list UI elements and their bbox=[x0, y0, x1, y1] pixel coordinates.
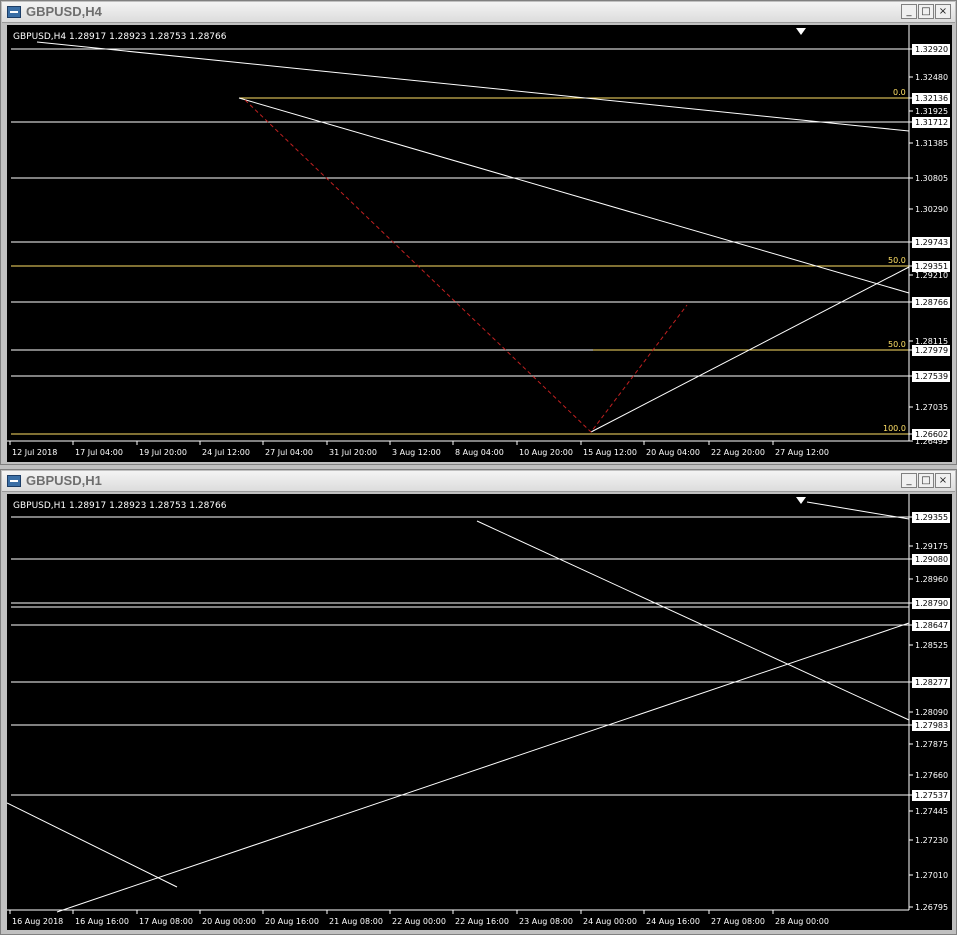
price-chart-h1[interactable]: GBPUSD,H1 1.28917 1.28923 1.28753 1.2876… bbox=[7, 494, 952, 930]
price-tick-label: 1.28766 bbox=[915, 298, 948, 307]
time-tick-label: 27 Aug 08:00 bbox=[711, 917, 765, 926]
time-tick-label: 27 Jul 04:00 bbox=[265, 448, 313, 457]
time-tick-label: 22 Aug 16:00 bbox=[455, 917, 509, 926]
price-tick-label: 1.32136 bbox=[915, 94, 948, 103]
time-tick-label: 27 Aug 12:00 bbox=[775, 448, 829, 457]
minimize-button[interactable]: _ bbox=[901, 4, 917, 19]
trend-lines[interactable] bbox=[36, 41, 910, 433]
price-tick-label: 1.29080 bbox=[915, 555, 948, 564]
fib-label-50b: 50.0 bbox=[888, 340, 906, 349]
window-title: GBPUSD,H1 bbox=[26, 473, 102, 488]
chart-window-icon bbox=[7, 475, 21, 487]
time-tick-label: 20 Aug 00:00 bbox=[202, 917, 256, 926]
price-tick-label: 1.28277 bbox=[915, 678, 948, 687]
fib-label-100: 100.0 bbox=[883, 424, 906, 433]
price-chart-h4[interactable]: GBPUSD,H4 1.28917 1.28923 1.28753 1.2876… bbox=[7, 25, 952, 462]
time-scale[interactable]: 16 Aug 2018 16 Aug 16:00 17 Aug 08:00 20 Au… bbox=[9, 910, 829, 926]
price-tick-label: 1.31385 bbox=[915, 139, 948, 148]
price-tick-label: 1.26795 bbox=[915, 903, 948, 912]
price-tick-label: 1.28525 bbox=[915, 641, 948, 650]
price-tick-label: 1.26495 bbox=[915, 437, 948, 446]
window-title: GBPUSD,H4 bbox=[26, 4, 102, 19]
chart-window-icon bbox=[7, 6, 21, 18]
fib-label-50: 50.0 bbox=[888, 256, 906, 265]
time-tick-label: 24 Aug 00:00 bbox=[583, 917, 637, 926]
price-tick-label: 1.27445 bbox=[915, 807, 948, 816]
window-titlebar[interactable]: GBPUSD,H4 _ □ × bbox=[2, 2, 955, 23]
price-tick-label: 1.28960 bbox=[915, 575, 948, 584]
price-tick-label: 1.32480 bbox=[915, 73, 948, 82]
fibonacci-levels[interactable] bbox=[11, 97, 909, 435]
close-button[interactable]: × bbox=[935, 473, 951, 488]
time-tick-label: 21 Aug 08:00 bbox=[329, 917, 383, 926]
price-tick-label: 1.27979 bbox=[915, 346, 948, 355]
time-tick-label: 22 Aug 20:00 bbox=[711, 448, 765, 457]
time-tick-label: 16 Aug 16:00 bbox=[75, 917, 129, 926]
price-tick-label: 1.27230 bbox=[915, 836, 948, 845]
time-tick-label: 20 Aug 16:00 bbox=[265, 917, 319, 926]
time-tick-label: 8 Aug 04:00 bbox=[455, 448, 504, 457]
fib-label-0: 0.0 bbox=[893, 88, 906, 97]
price-scale[interactable]: 1.32920 1.32480 1.32136 1.31925 1.31712 1.313… bbox=[909, 44, 950, 446]
time-tick-label: 22 Aug 00:00 bbox=[392, 917, 446, 926]
trend-lines[interactable] bbox=[7, 501, 910, 913]
chart-window-h1: GBPUSD,H1 _ □ × GBPUSD,H1 1.28917 1.2892… bbox=[0, 469, 957, 935]
time-tick-label: 12 Jul 2018 bbox=[12, 448, 57, 457]
price-tick-label: 1.30805 bbox=[915, 174, 948, 183]
window-titlebar[interactable]: GBPUSD,H1 _ □ × bbox=[2, 471, 955, 492]
price-tick-label: 1.27035 bbox=[915, 403, 948, 412]
price-tick-label: 1.27010 bbox=[915, 871, 948, 880]
price-tick-label: 1.27875 bbox=[915, 740, 948, 749]
time-tick-label: 23 Aug 08:00 bbox=[519, 917, 573, 926]
price-tick-label: 1.30290 bbox=[915, 205, 948, 214]
price-tick-label: 1.31925 bbox=[915, 107, 948, 116]
price-tick-label: 1.28647 bbox=[915, 621, 948, 630]
time-tick-label: 24 Aug 16:00 bbox=[646, 917, 700, 926]
price-tick-label: 1.29175 bbox=[915, 542, 948, 551]
price-tick-label: 1.29743 bbox=[915, 238, 948, 247]
chart-window-h4: GBPUSD,H4 _ □ × GBPUSD,H4 1.28917 1.2892… bbox=[0, 0, 957, 465]
maximize-button[interactable]: □ bbox=[918, 473, 934, 488]
minimize-button[interactable]: _ bbox=[901, 473, 917, 488]
shift-marker-icon[interactable] bbox=[796, 28, 806, 35]
price-tick-label: 1.28790 bbox=[915, 599, 948, 608]
time-tick-label: 17 Jul 04:00 bbox=[75, 448, 123, 457]
symbol-info: GBPUSD,H1 1.28917 1.28923 1.28753 1.2876… bbox=[13, 501, 227, 511]
price-tick-label: 1.27539 bbox=[915, 372, 948, 381]
time-tick-label: 15 Aug 12:00 bbox=[583, 448, 637, 457]
price-tick-label: 1.29355 bbox=[915, 513, 948, 522]
time-tick-label: 17 Aug 08:00 bbox=[139, 917, 193, 926]
price-tick-label: 1.29210 bbox=[915, 271, 948, 280]
price-tick-label: 1.28115 bbox=[915, 337, 948, 346]
price-tick-label: 1.27537 bbox=[915, 791, 948, 800]
maximize-button[interactable]: □ bbox=[918, 4, 934, 19]
horizontal-lines[interactable] bbox=[11, 516, 909, 796]
price-tick-label: 1.29351 bbox=[915, 262, 948, 271]
time-tick-label: 10 Aug 20:00 bbox=[519, 448, 573, 457]
time-tick-label: 28 Aug 00:00 bbox=[775, 917, 829, 926]
close-button[interactable]: × bbox=[935, 4, 951, 19]
price-tick-label: 1.27983 bbox=[915, 721, 948, 730]
time-tick-label: 3 Aug 12:00 bbox=[392, 448, 441, 457]
time-tick-label: 16 Aug 2018 bbox=[12, 917, 63, 926]
time-tick-label: 19 Jul 20:00 bbox=[139, 448, 187, 457]
symbol-info: GBPUSD,H4 1.28917 1.28923 1.28753 1.2876… bbox=[13, 32, 227, 42]
price-tick-label: 1.32920 bbox=[915, 45, 948, 54]
time-tick-label: 20 Aug 04:00 bbox=[646, 448, 700, 457]
price-tick-label: 1.31712 bbox=[915, 118, 948, 127]
price-tick-label: 1.27660 bbox=[915, 771, 948, 780]
time-tick-label: 31 Jul 20:00 bbox=[329, 448, 377, 457]
price-tick-label: 1.28090 bbox=[915, 708, 948, 717]
shift-marker-icon[interactable] bbox=[796, 497, 806, 504]
time-tick-label: 24 Jul 12:00 bbox=[202, 448, 250, 457]
price-scale[interactable]: 1.29355 1.29175 1.29080 1.28960 1.28790 1.286… bbox=[909, 512, 950, 912]
time-scale[interactable]: 12 Jul 2018 17 Jul 04:00 19 Jul 20:00 24 Ju… bbox=[9, 441, 829, 457]
